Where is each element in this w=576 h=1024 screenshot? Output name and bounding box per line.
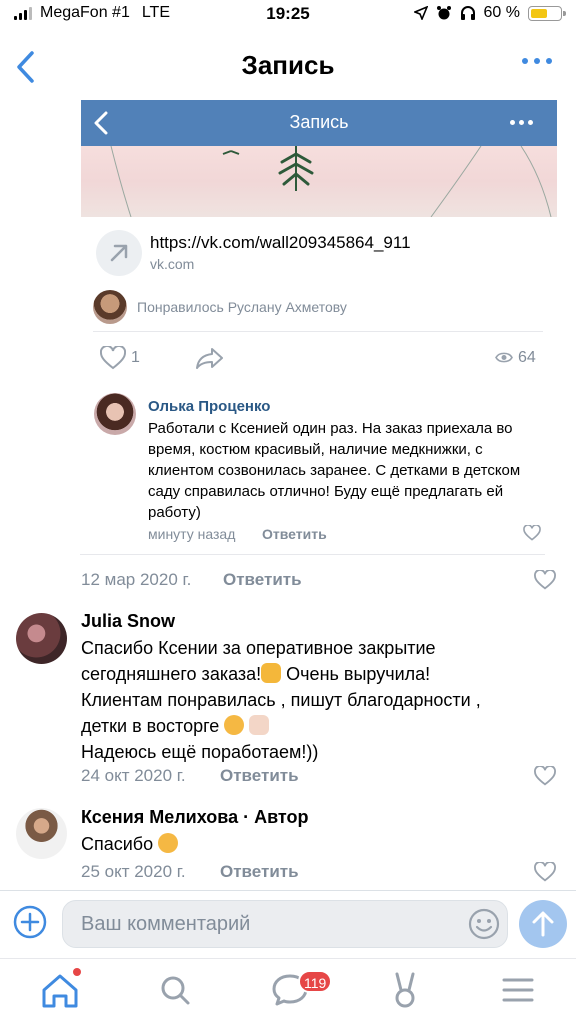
share-icon[interactable] xyxy=(196,346,224,370)
link-url[interactable]: https://vk.com/wall209345864_911 xyxy=(150,233,411,253)
comment-line: сегодняшнего заказа! Очень выручила! xyxy=(81,661,551,687)
divider xyxy=(80,554,545,555)
embedded-post-photo xyxy=(81,146,557,217)
comment-like-icon[interactable] xyxy=(534,862,556,882)
comment-text: Спасибо Ксении за оперативное закрытие с… xyxy=(81,635,551,765)
location-icon xyxy=(413,6,428,20)
likes-count: 1 xyxy=(131,349,140,366)
smiling-face-hearts-icon xyxy=(224,715,245,735)
avatar[interactable] xyxy=(16,808,67,859)
reply-button[interactable]: Ответить xyxy=(220,766,299,786)
status-right: 60 % xyxy=(413,4,566,22)
messages-badge: 119 xyxy=(298,970,333,993)
comment-line-text: детки в восторге xyxy=(81,716,225,736)
page-title: Запись xyxy=(241,50,335,80)
divider xyxy=(93,331,543,332)
link-icon[interactable] xyxy=(96,230,142,276)
tab-clips[interactable] xyxy=(385,968,425,1012)
notification-dot xyxy=(73,968,81,976)
link-domain: vk.com xyxy=(150,256,195,272)
post-reply-button[interactable]: Ответить xyxy=(223,570,302,590)
clapping-hands-icon xyxy=(261,663,282,683)
emoji-button[interactable] xyxy=(468,908,500,940)
folded-hands-icon xyxy=(249,715,270,735)
battery-percent: 60 % xyxy=(483,4,520,21)
reply-button[interactable]: Ответить xyxy=(220,862,299,882)
views-count: 64 xyxy=(518,349,536,366)
smiling-face-hearts-icon xyxy=(158,833,179,853)
comment-author[interactable]: Julia Snow xyxy=(81,611,175,632)
avatar[interactable] xyxy=(16,613,67,664)
liked-by-avatar[interactable] xyxy=(93,290,127,324)
embedded-comment-text: Работали с Ксенией один раз. На заказ пр… xyxy=(148,420,521,521)
like-icon[interactable] xyxy=(100,346,126,370)
tab-search[interactable] xyxy=(155,968,195,1012)
comment-date: 24 окт 2020 г. xyxy=(81,766,186,785)
embedded-comment-like-icon[interactable] xyxy=(523,525,541,541)
comment-line: детки в восторге xyxy=(81,713,551,739)
add-attachment-button[interactable] xyxy=(13,905,47,939)
divider xyxy=(0,890,576,891)
comment-line-text: сегодняшнего заказа! xyxy=(81,664,262,684)
commenter-avatar[interactable] xyxy=(94,393,136,435)
post-like-icon[interactable] xyxy=(534,570,556,590)
comment-date: 25 окт 2020 г. xyxy=(81,862,186,881)
divider xyxy=(0,958,576,959)
embedded-comment-author[interactable]: Олька Проценко xyxy=(148,398,270,415)
leaf-illustration xyxy=(110,146,552,217)
liked-by-text[interactable]: Понравилось Руслану Ахметову xyxy=(137,299,347,315)
comment-line: Надеюсь ещё поработаем!)) xyxy=(81,742,319,762)
embedded-title: Запись xyxy=(289,112,349,132)
send-button[interactable] xyxy=(519,900,567,948)
embedded-post-header: Запись xyxy=(81,100,557,146)
battery-icon xyxy=(528,5,566,21)
comment-like-icon[interactable] xyxy=(534,766,556,786)
more-menu-button[interactable] xyxy=(522,58,552,64)
embedded-more-icon xyxy=(510,120,533,125)
comment-input-box xyxy=(62,900,508,948)
comment-author[interactable]: Ксения Мелихова · Автор xyxy=(81,807,309,828)
comment-line-text: Спасибо xyxy=(81,834,159,854)
alarm-icon xyxy=(436,6,451,20)
status-bar: MegaFon #1 LTE 19:25 60 % xyxy=(0,0,576,30)
comment-text: Спасибо xyxy=(81,831,551,857)
comment-input[interactable] xyxy=(79,912,453,937)
embedded-reply-button[interactable]: Ответить xyxy=(262,526,327,542)
nav-bar: Запись xyxy=(0,30,576,100)
comment-line-text: Очень выручила! xyxy=(281,664,431,684)
embedded-comment-time: минуту назад xyxy=(148,526,236,542)
headphones-icon xyxy=(460,6,475,20)
views-icon xyxy=(495,352,513,363)
comment-line: Клиентам понравилась , пишут благодарнос… xyxy=(81,690,481,710)
tab-menu[interactable] xyxy=(498,968,538,1012)
post-date: 12 мар 2020 г. xyxy=(81,570,192,589)
arrow-up-icon xyxy=(532,911,554,937)
comment-line: Спасибо Ксении за оперативное закрытие xyxy=(81,638,436,658)
